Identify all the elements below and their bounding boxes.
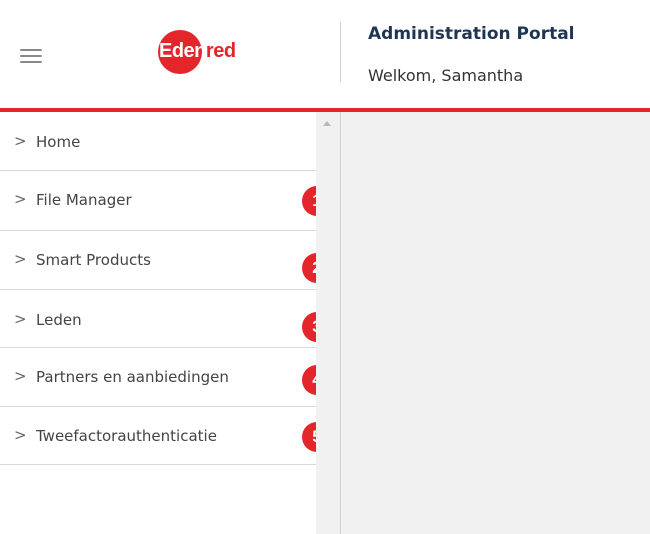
logo-text: Edenred — [159, 40, 236, 62]
sidebar-item-home[interactable]: > Home — [0, 112, 316, 171]
sidebar-item-partners[interactable]: > Partners en aanbiedingen 4 — [0, 348, 332, 407]
sidebar-item-label: File Manager — [36, 191, 132, 209]
sidebar-item-label: Home — [36, 133, 81, 151]
sidebar-item-label: Smart Products — [36, 251, 151, 269]
edenred-logo[interactable]: Edenred — [156, 30, 248, 78]
main-content — [341, 112, 650, 534]
header: Edenred Administration Portal Welkom, Sa… — [0, 0, 650, 110]
chevron-right-icon: > — [14, 367, 27, 385]
sidebar-item-smart-products[interactable]: > Smart Products 2 — [0, 231, 332, 290]
sidebar-item-label: Tweefactorauthenticatie — [36, 427, 217, 445]
sidebar-item-label: Leden — [36, 311, 82, 329]
sidebar-item-leden[interactable]: > Leden 3 — [0, 290, 332, 348]
sidebar-item-tweefactor[interactable]: > Tweefactorauthenticatie 5 — [0, 407, 332, 465]
chevron-right-icon: > — [14, 310, 27, 328]
chevron-right-icon: > — [14, 132, 27, 150]
sidebar-item-label: Partners en aanbiedingen — [36, 368, 229, 386]
hamburger-menu-icon[interactable] — [20, 49, 42, 63]
sidebar-scrollbar[interactable] — [316, 112, 340, 534]
chevron-right-icon: > — [14, 426, 27, 444]
chevron-right-icon: > — [14, 190, 27, 208]
sidebar-nav: > Home > File Manager 1 > Smart Products… — [0, 112, 332, 534]
portal-title: Administration Portal — [368, 24, 575, 44]
chevron-right-icon: > — [14, 250, 27, 268]
sidebar-item-file-manager[interactable]: > File Manager 1 — [0, 171, 332, 231]
scroll-up-arrow-icon[interactable] — [323, 121, 331, 126]
header-divider — [340, 22, 341, 82]
welcome-text: Welkom, Samantha — [368, 66, 524, 85]
